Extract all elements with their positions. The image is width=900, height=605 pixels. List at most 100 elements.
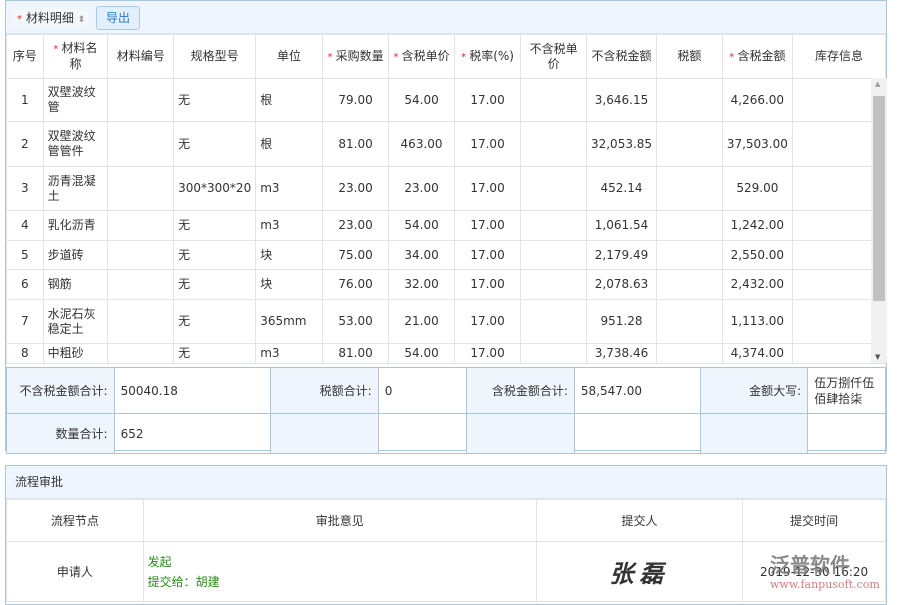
column-header: 单位: [256, 35, 323, 79]
table-cell: 17.00: [454, 300, 520, 344]
table-cell: 2,078.63: [586, 270, 656, 300]
table-cell: 8: [7, 344, 44, 364]
required-marker: *: [53, 44, 61, 55]
watermark-url: www.fanpusoft.com: [770, 578, 880, 591]
column-label: 规格型号: [191, 49, 239, 63]
table-cell: [521, 122, 587, 167]
table-cell: 34.00: [389, 241, 455, 270]
table-row[interactable]: 1双壁波纹管无根79.0054.0017.003,646.154,266.00: [7, 79, 886, 122]
table-scrollbar[interactable]: ▲ ▼: [871, 78, 887, 363]
export-button[interactable]: 导出: [96, 6, 140, 30]
section-select[interactable]: * 材料明细 ⬍: [14, 9, 88, 27]
scroll-up-icon[interactable]: ▲: [875, 80, 880, 88]
table-cell: [108, 270, 174, 300]
header-opinion: 审批意见: [143, 500, 536, 542]
column-header: * 材料名称: [43, 35, 108, 79]
table-cell: 1,113.00: [722, 300, 792, 344]
table-row[interactable]: 6钢筋无块76.0032.0017.002,078.632,432.00: [7, 270, 886, 300]
required-marker: *: [393, 52, 401, 63]
table-cell: [521, 241, 587, 270]
table-row[interactable]: 3沥青混凝土300*300*20m323.0023.0017.00452.145…: [7, 167, 886, 211]
tax-total-label: 税额合计:: [271, 368, 379, 414]
scrollbar-thumb[interactable]: [873, 96, 885, 301]
required-marker: *: [461, 52, 469, 63]
table-cell: 1: [7, 79, 44, 122]
summary-table: 不含税金额合计: 50040.18 税额合计: 0 含税金额合计: 58,547…: [6, 367, 886, 454]
column-header: * 含税单价: [389, 35, 455, 79]
table-cell: 76.00: [322, 270, 388, 300]
column-header: 不含税金额: [586, 35, 656, 79]
table-cell: [108, 300, 174, 344]
table-cell: [521, 344, 587, 364]
table-row[interactable]: 4乳化沥青无m323.0054.0017.001,061.541,242.00: [7, 211, 886, 241]
table-cell: m3: [256, 344, 323, 364]
column-label: 单位: [277, 49, 301, 63]
table-row[interactable]: 5步道砖无块75.0034.0017.002,179.492,550.00: [7, 241, 886, 270]
table-cell: [657, 300, 723, 344]
table-cell: 23.00: [322, 211, 388, 241]
table-cell: [657, 167, 723, 211]
table-cell: 中粗砂: [43, 344, 108, 364]
table-cell: 17.00: [454, 344, 520, 364]
table-cell: 5: [7, 241, 44, 270]
table-cell: [108, 167, 174, 211]
table-cell: [521, 270, 587, 300]
table-cell: 2,432.00: [722, 270, 792, 300]
excl-tax-total-label: 不含税金额合计:: [7, 368, 115, 414]
table-row[interactable]: 8中粗砂无m381.0054.0017.003,738.464,374.00: [7, 344, 886, 364]
table-cell: [108, 344, 174, 364]
column-label: 含税单价: [402, 49, 450, 63]
table-row[interactable]: 7水泥石灰稳定土无365mm53.0021.0017.00951.281,113…: [7, 300, 886, 344]
table-cell: 529.00: [722, 167, 792, 211]
table-cell: 463.00: [389, 122, 455, 167]
table-cell: 7: [7, 300, 44, 344]
table-cell: [521, 300, 587, 344]
approval-table: 流程节点 审批意见 提交人 提交时间 申请人 发起提交给：胡建 张磊 2019-…: [6, 499, 886, 602]
table-cell: [108, 241, 174, 270]
opinion-line: 发起: [148, 552, 536, 572]
empty-cell: [808, 414, 886, 454]
material-detail-panel: * 材料明细 ⬍ 导出 序号* 材料名称材料编号规格型号单位* 采购数量* 含税…: [5, 0, 887, 451]
column-label: 库存信息: [815, 49, 863, 63]
table-cell: 步道砖: [43, 241, 108, 270]
table-cell: 3,738.46: [586, 344, 656, 364]
table-cell: 钢筋: [43, 270, 108, 300]
table-cell: 根: [256, 79, 323, 122]
submitter-signature: 张磊: [536, 542, 743, 602]
table-cell: 17.00: [454, 122, 520, 167]
table-cell: [657, 344, 723, 364]
table-row[interactable]: 2双壁波纹管管件无根81.00463.0017.0032,053.8537,50…: [7, 122, 886, 167]
empty-cell: [271, 414, 379, 454]
required-marker: *: [327, 52, 335, 63]
column-header: 库存信息: [792, 35, 885, 79]
table-cell: [657, 211, 723, 241]
table-cell: 365mm: [256, 300, 323, 344]
empty-cell: [467, 414, 575, 454]
table-cell: m3: [256, 167, 323, 211]
column-header: 序号: [7, 35, 44, 79]
scroll-down-icon[interactable]: ▼: [875, 353, 880, 361]
column-label: 序号: [13, 49, 37, 63]
table-cell: 水泥石灰稳定土: [43, 300, 108, 344]
table-cell: 37,503.00: [722, 122, 792, 167]
table-cell: 4: [7, 211, 44, 241]
watermark-logo: 泛普软件 www.fanpusoft.com: [770, 549, 880, 591]
table-cell: 双壁波纹管: [43, 79, 108, 122]
column-label: 不含税金额: [592, 49, 652, 63]
table-cell: 2,179.49: [586, 241, 656, 270]
approval-node: 申请人: [7, 542, 144, 602]
column-header: 不含税单价: [521, 35, 587, 79]
section-label: 材料明细: [26, 11, 74, 25]
incl-tax-total-value: 58,547.00: [574, 368, 700, 414]
column-label: 材料名称: [62, 41, 98, 71]
table-cell: 乳化沥青: [43, 211, 108, 241]
table-cell: 23.00: [389, 167, 455, 211]
sort-icon: ⬍: [78, 15, 86, 25]
column-label: 材料编号: [117, 49, 165, 63]
table-cell: 沥青混凝土: [43, 167, 108, 211]
table-cell: 81.00: [322, 344, 388, 364]
toolbar: * 材料明细 ⬍ 导出: [6, 1, 886, 34]
table-cell: 无: [174, 270, 256, 300]
table-cell: 无: [174, 241, 256, 270]
table-cell: 3: [7, 167, 44, 211]
